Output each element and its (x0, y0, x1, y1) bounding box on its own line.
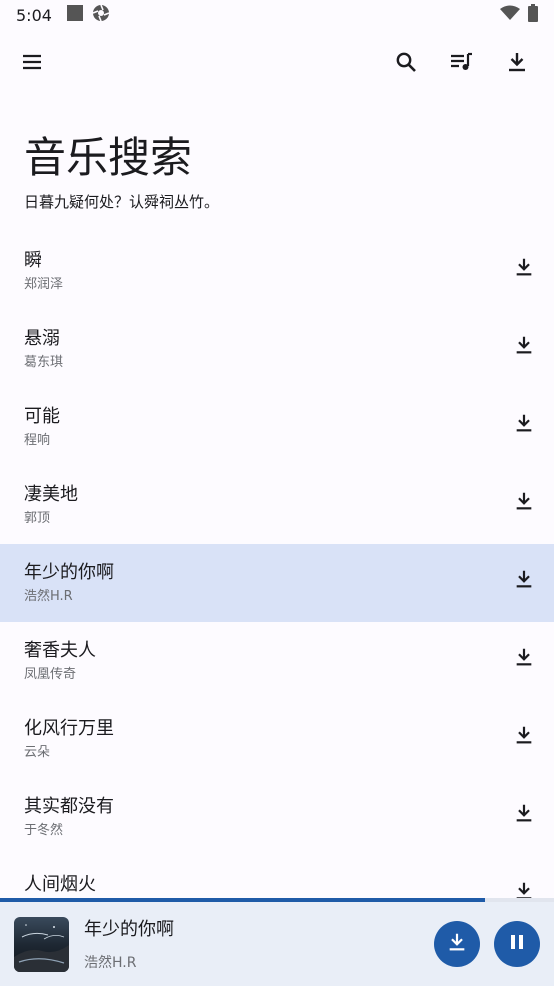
player-song-title: 年少的你啊 (84, 919, 174, 940)
pause-icon (507, 932, 527, 956)
song-download-button[interactable] (512, 257, 536, 281)
download-icon (446, 931, 468, 957)
song-list: 瞬 郑润泽 悬溺 葛东琪 可能 程响 凄美地 郭顶 年少的你啊 浩然H.R 奢香… (0, 232, 554, 900)
song-title: 年少的你啊 (24, 562, 114, 583)
player-artist: 浩然H.R (84, 955, 137, 971)
song-download-button[interactable] (512, 647, 536, 671)
song-list-item[interactable]: 可能 程响 (0, 388, 554, 466)
song-artist: 郑润泽 (24, 277, 64, 292)
song-artist: 程响 (24, 433, 51, 448)
queue-music-icon (449, 50, 473, 78)
menu-button[interactable] (12, 44, 52, 84)
download-icon (513, 490, 535, 516)
download-icon (513, 724, 535, 750)
song-title: 化风行万里 (24, 718, 114, 739)
song-list-item[interactable]: 人间烟火 (0, 856, 554, 900)
song-download-button[interactable] (512, 569, 536, 593)
top-app-bar (0, 36, 554, 92)
download-icon (513, 880, 535, 900)
battery-icon (528, 4, 538, 26)
page-title: 音乐搜索 (24, 133, 193, 182)
song-artist: 云朵 (24, 745, 51, 760)
download-icon (513, 646, 535, 672)
search-icon (394, 50, 418, 78)
search-button[interactable] (386, 44, 426, 84)
song-artist: 于冬然 (24, 823, 64, 838)
app-notification-icon (92, 4, 110, 26)
download-manager-button[interactable] (497, 44, 537, 84)
download-icon (513, 568, 535, 594)
song-list-item[interactable]: 奢香夫人 凤凰传奇 (0, 622, 554, 700)
song-title: 人间烟火 (24, 874, 96, 895)
song-artist: 郭顶 (24, 511, 51, 526)
page-subtitle: 日暮九疑何处？认舜祠丛竹。 (24, 193, 220, 211)
song-artist: 凤凰传奇 (24, 667, 77, 682)
status-time: 5:04 (16, 5, 52, 25)
wifi-icon (500, 5, 520, 25)
song-list-item[interactable]: 其实都没有 于冬然 (0, 778, 554, 856)
song-list-item[interactable]: 凄美地 郭顶 (0, 466, 554, 544)
download-icon (513, 412, 535, 438)
song-download-button[interactable] (512, 413, 536, 437)
mini-player[interactable]: 年少的你啊 浩然H.R (0, 902, 554, 986)
song-list-item[interactable]: 年少的你啊 浩然H.R (0, 544, 554, 622)
song-list-item[interactable]: 悬溺 葛东琪 (0, 310, 554, 388)
download-icon (505, 50, 529, 78)
download-icon (513, 256, 535, 282)
download-icon (513, 802, 535, 828)
song-download-button[interactable] (512, 335, 536, 359)
song-title: 瞬 (24, 250, 42, 271)
menu-icon (20, 50, 44, 78)
download-icon (513, 334, 535, 360)
song-title: 凄美地 (24, 484, 78, 505)
album-cover (14, 917, 69, 972)
song-title: 其实都没有 (24, 796, 114, 817)
pause-button[interactable] (494, 921, 540, 967)
notification-square-icon (66, 4, 84, 26)
song-title: 可能 (24, 406, 60, 427)
status-bar: 5:04 (0, 0, 554, 30)
song-artist: 浩然H.R (24, 589, 73, 604)
player-download-button[interactable] (434, 921, 480, 967)
playlist-button[interactable] (441, 44, 481, 84)
song-title: 奢香夫人 (24, 640, 96, 661)
song-download-button[interactable] (512, 491, 536, 515)
song-title: 悬溺 (24, 328, 60, 349)
song-artist: 葛东琪 (24, 355, 64, 370)
song-list-item[interactable]: 瞬 郑润泽 (0, 232, 554, 310)
song-download-button[interactable] (512, 803, 536, 827)
song-download-button[interactable] (512, 725, 536, 749)
song-list-item[interactable]: 化风行万里 云朵 (0, 700, 554, 778)
